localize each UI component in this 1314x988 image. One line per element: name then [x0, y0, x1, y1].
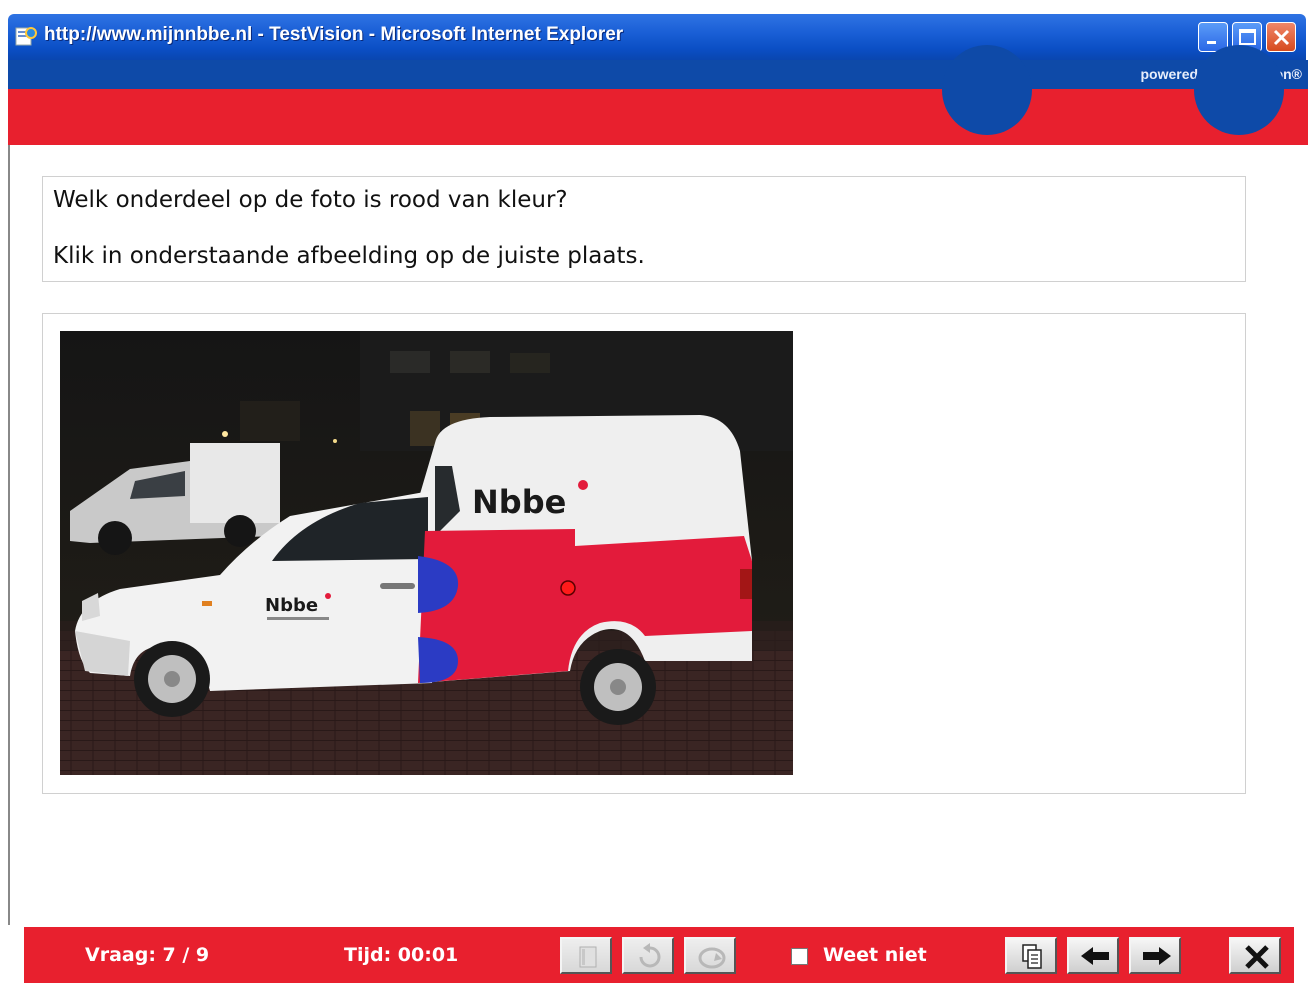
close-x-icon [1245, 945, 1269, 969]
van-logo-small: Nbbe [265, 595, 318, 616]
overview-button[interactable] [1005, 937, 1057, 974]
dont-know-checkbox[interactable] [791, 948, 808, 965]
powered-by-strip: powered by TestVision® [8, 60, 1308, 89]
header-band [8, 45, 1308, 145]
click-marker [560, 580, 576, 596]
browser-window: http://www.mijnnbbe.nl - TestVision - Mi… [0, 0, 1314, 988]
notes-button[interactable] [560, 937, 612, 974]
window-titlebar[interactable]: http://www.mijnnbbe.nl - TestVision - Mi… [8, 14, 1306, 60]
decorative-circle [942, 45, 1032, 135]
undo-icon [639, 943, 661, 968]
question-text: Welk onderdeel op de foto is rood van kl… [53, 187, 568, 213]
close-icon [1273, 29, 1290, 46]
hotspot-image[interactable]: Nbbe Nbbe [60, 331, 793, 775]
timer: Tijd: 00:01 [344, 944, 459, 966]
question-panel: Welk onderdeel op de foto is rood van kl… [42, 176, 1246, 282]
van-logo-large: Nbbe [472, 483, 566, 521]
redo-icon [698, 947, 726, 969]
book-icon [579, 946, 597, 968]
overview-icon [1022, 944, 1042, 969]
question-counter: Vraag: 7 / 9 [85, 944, 210, 966]
next-button[interactable] [1129, 937, 1181, 974]
undo-button[interactable] [622, 937, 674, 974]
dont-know-label: Weet niet [823, 944, 927, 966]
footer-toolbar: Vraag: 7 / 9 Tijd: 00:01 Weet niet [24, 927, 1294, 983]
prev-arrow-icon [1081, 947, 1109, 965]
previous-button[interactable] [1067, 937, 1119, 974]
quit-button[interactable] [1229, 937, 1281, 974]
question-instruction: Klik in onderstaande afbeelding op de ju… [53, 243, 645, 269]
hotspot-panel: Nbbe Nbbe [42, 313, 1246, 794]
ie-page-icon [14, 25, 38, 47]
decorative-circle [1194, 45, 1284, 135]
redo-button[interactable] [684, 937, 736, 974]
next-arrow-icon [1143, 947, 1171, 965]
content-left-border [8, 145, 10, 925]
window-title: http://www.mijnnbbe.nl - TestVision - Mi… [44, 24, 624, 45]
close-window-button[interactable] [1266, 22, 1296, 52]
